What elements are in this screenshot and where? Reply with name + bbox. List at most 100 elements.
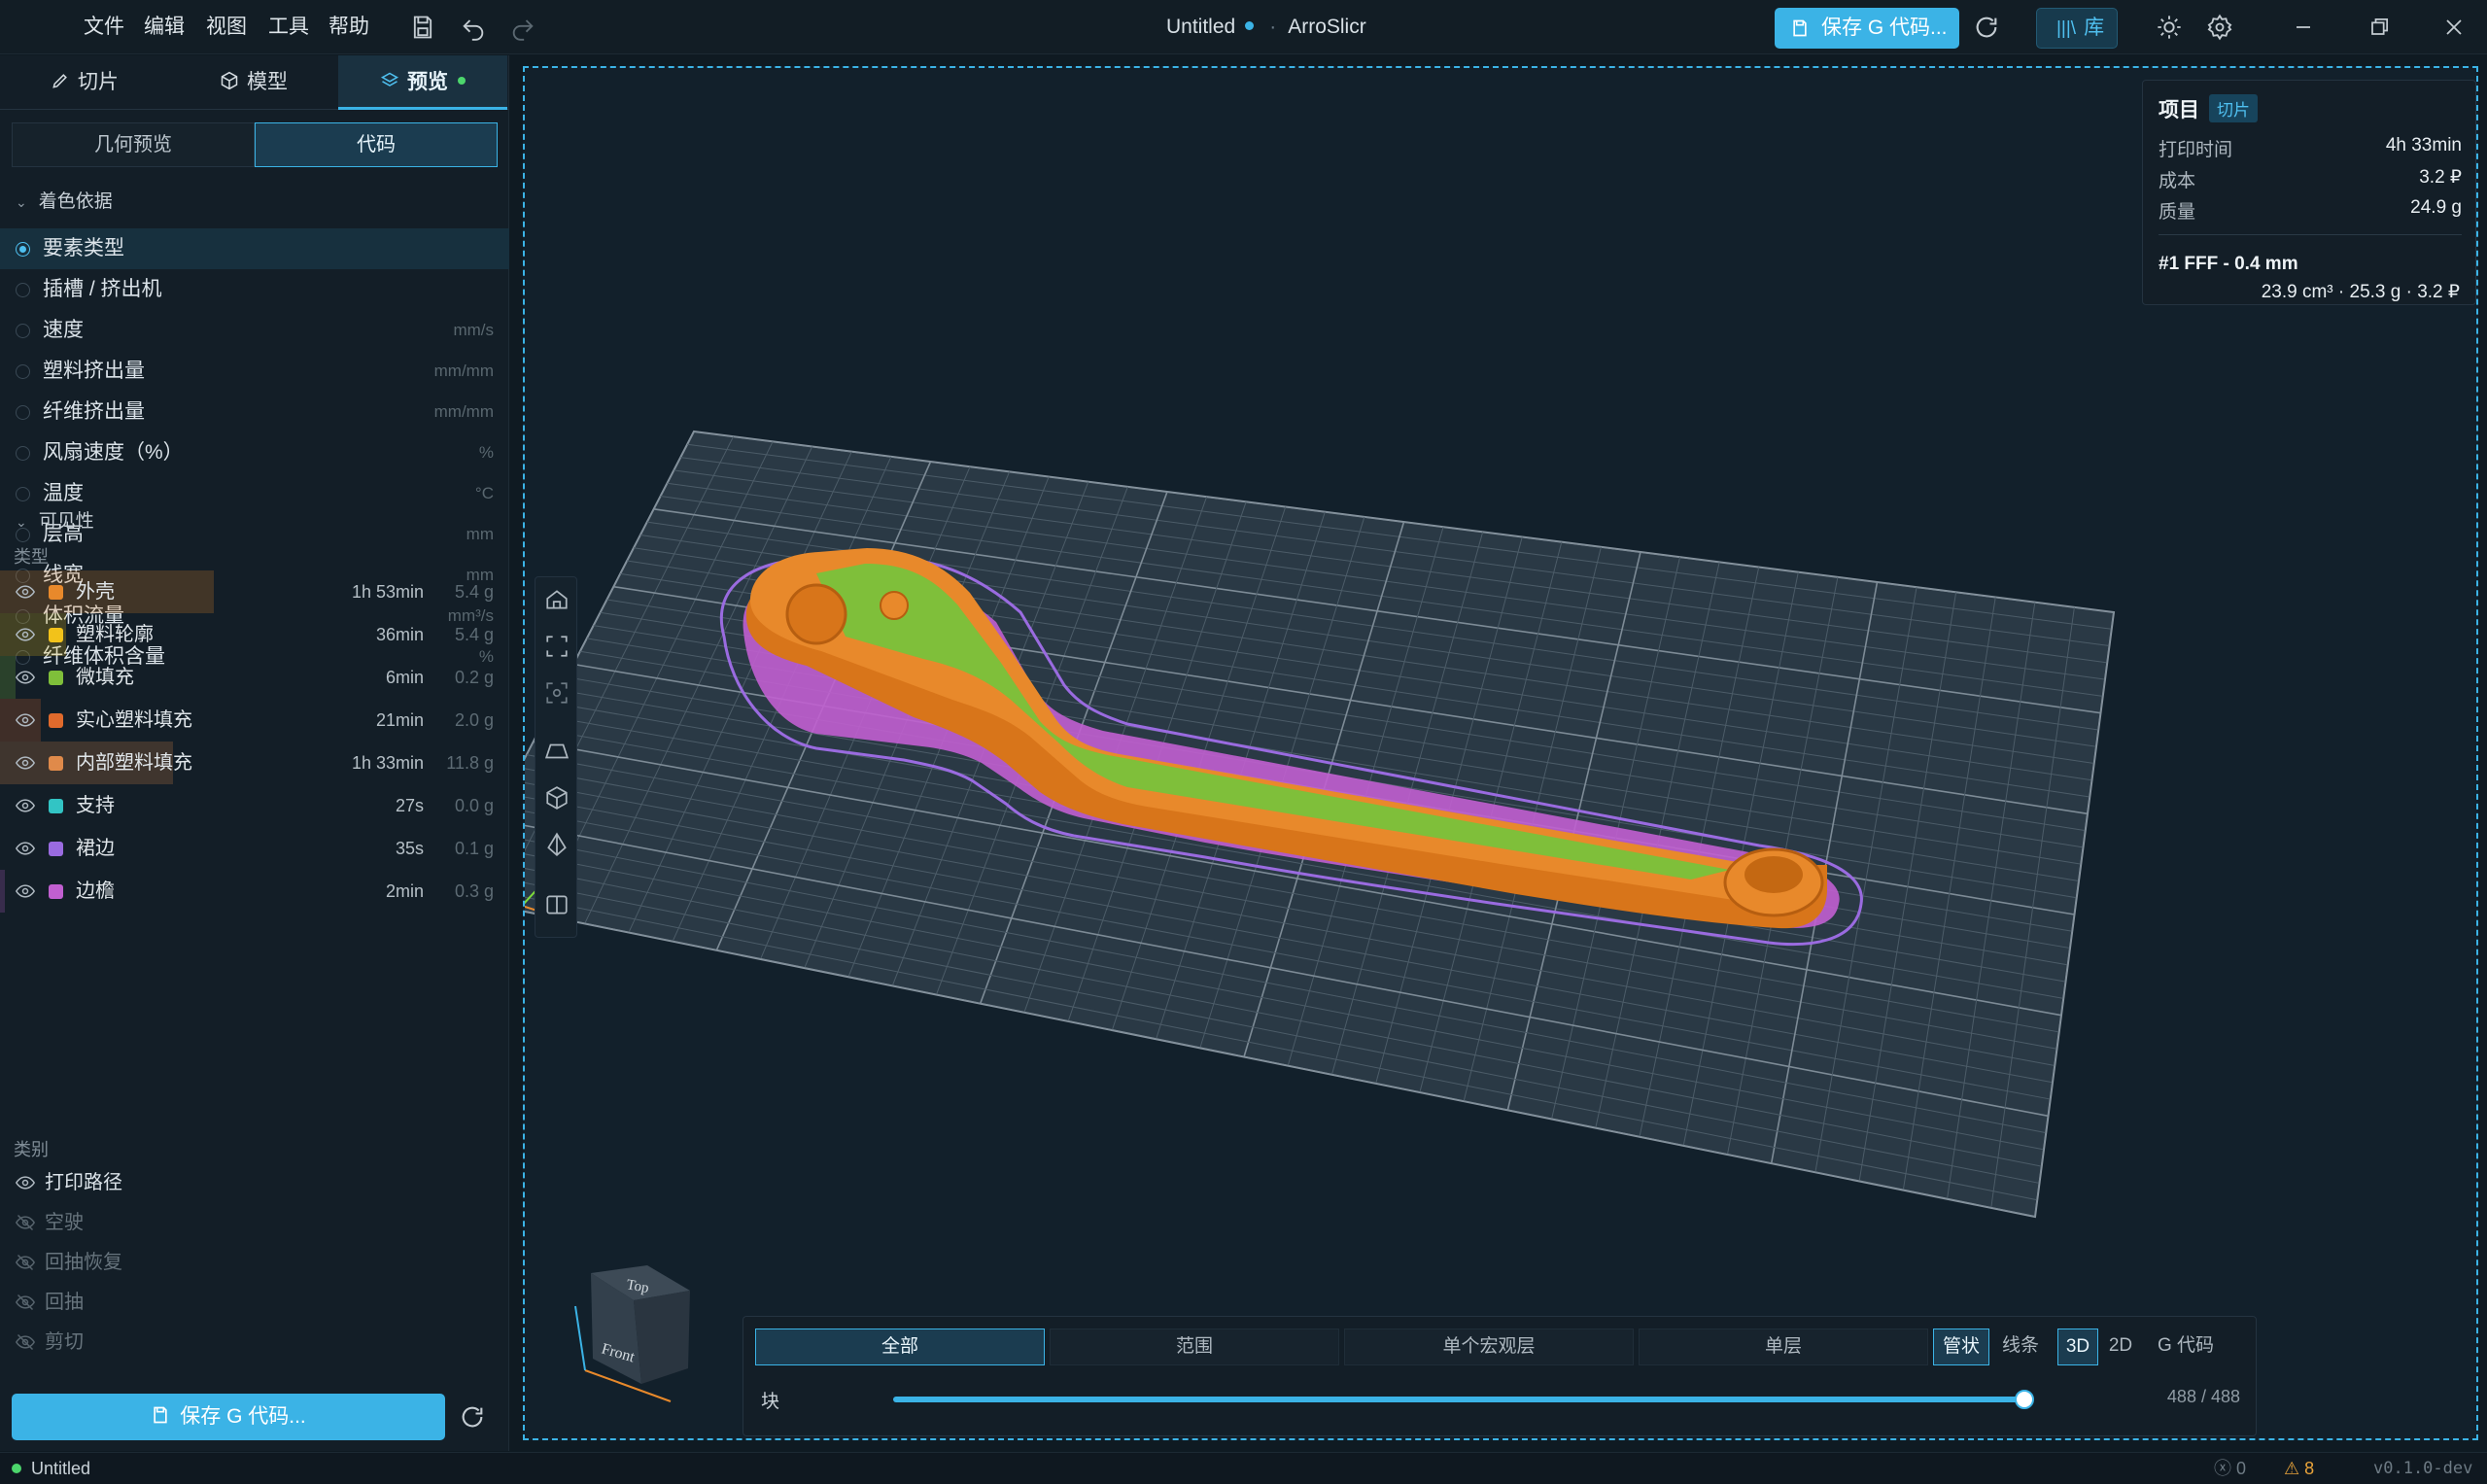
view-3d-button[interactable]: 3D	[2057, 1329, 2098, 1365]
geometry-preview-button[interactable]: 几何预览	[12, 122, 255, 167]
tab-preview[interactable]: 预览	[338, 55, 507, 110]
eye-icon[interactable]	[16, 754, 35, 772]
perspective-icon[interactable]	[544, 739, 570, 764]
layer-mode-macro-layer[interactable]: 单个宏观层	[1344, 1329, 1634, 1365]
radio-button[interactable]	[16, 487, 30, 501]
small-hole-top	[880, 591, 909, 620]
category-row[interactable]: 剪切	[0, 1323, 509, 1362]
color-by-option[interactable]: 塑料挤出量 mm/mm	[0, 351, 509, 392]
settings-gear-icon[interactable]	[2206, 14, 2233, 41]
menu-edit[interactable]: 编辑	[144, 0, 185, 54]
eye-icon[interactable]	[16, 626, 35, 643]
theme-sun-icon[interactable]	[2156, 14, 2183, 41]
render-tubes-button[interactable]: 管状	[1933, 1329, 1989, 1365]
feature-type-row[interactable]: 边檐 2min 0.3 g	[0, 870, 509, 913]
eye-icon[interactable]	[16, 583, 35, 601]
eye-off-icon[interactable]	[16, 1254, 35, 1271]
block-slider-track[interactable]	[893, 1397, 2024, 1402]
close-icon[interactable]	[2440, 14, 2468, 41]
app-version: v0.1.0-dev	[2373, 1459, 2473, 1478]
category-label: 回抽	[45, 1292, 84, 1313]
color-by-option[interactable]: 要素类型	[0, 228, 509, 269]
time-share-bar	[0, 656, 16, 699]
feature-type-row[interactable]: 实心塑料填充 21min 2.0 g	[0, 699, 509, 742]
eye-off-icon[interactable]	[16, 1214, 35, 1231]
color-by-option[interactable]: 风扇速度（%）%	[0, 432, 509, 473]
eye-off-icon[interactable]	[16, 1333, 35, 1351]
category-row[interactable]: 回抽	[0, 1283, 509, 1322]
menu-file[interactable]: 文件	[84, 0, 124, 54]
app-name: ArroSlicr	[1288, 16, 1366, 38]
tab-slice[interactable]: 切片	[0, 55, 169, 110]
section-view-icon[interactable]	[544, 832, 570, 857]
restore-icon[interactable]	[2366, 14, 2393, 41]
chevron-down-icon: ⌄	[16, 194, 27, 210]
save-icon[interactable]	[409, 14, 436, 41]
redo-icon[interactable]	[509, 14, 536, 41]
category-label: 剪切	[45, 1331, 84, 1353]
error-count[interactable]: ⓧ 0	[2214, 1453, 2246, 1484]
view-cube[interactable]: Top Front	[574, 1265, 690, 1402]
view-2d-button[interactable]: 2D	[2100, 1329, 2141, 1365]
visibility-header[interactable]: ⌄ 可见性	[16, 506, 94, 533]
radio-button[interactable]	[16, 283, 30, 297]
radio-button[interactable]	[16, 405, 30, 420]
tab-model[interactable]: 模型	[169, 55, 338, 110]
radio-button[interactable]	[16, 324, 30, 338]
3d-viewport[interactable]: Top Front 项目 切片 打印时间 4h 33min 成本 3.2 ₽ 质…	[523, 66, 2478, 1440]
focus-selection-icon[interactable]	[544, 680, 570, 706]
undo-icon[interactable]	[460, 14, 487, 41]
eye-icon[interactable]	[16, 669, 35, 686]
mass-value: 24.9 g	[2410, 197, 2462, 218]
feature-type-row[interactable]: 微填充 6min 0.2 g	[0, 656, 509, 699]
feature-type-row[interactable]: 支持 27s 0.0 g	[0, 784, 509, 827]
category-row[interactable]: 空驶	[0, 1203, 509, 1242]
fit-view-icon[interactable]	[544, 634, 570, 659]
reslice-icon[interactable]	[459, 1403, 486, 1431]
layer-mode-single-layer[interactable]: 单层	[1639, 1329, 1928, 1365]
view-cube-side-face[interactable]	[634, 1291, 690, 1384]
home-view-icon[interactable]	[544, 587, 570, 612]
save-gcode-bottom-button[interactable]: 保存 G 代码...	[12, 1394, 445, 1440]
color-by-option[interactable]: 速度 mm/s	[0, 310, 509, 351]
eye-icon[interactable]	[16, 1174, 35, 1191]
refresh-icon[interactable]	[1973, 14, 2000, 41]
color-by-option[interactable]: 纤维挤出量 mm/mm	[0, 392, 509, 432]
category-row[interactable]: 打印路径	[0, 1163, 509, 1202]
feature-type-row[interactable]: 塑料轮廓 36min 5.4 g	[0, 613, 509, 656]
eye-off-icon[interactable]	[16, 1294, 35, 1311]
code-preview-button[interactable]: 代码	[255, 122, 498, 167]
iso-view-icon[interactable]	[544, 785, 570, 811]
radio-button[interactable]	[16, 242, 30, 257]
category-row[interactable]: 回抽恢复	[0, 1243, 509, 1282]
save-gcode-button[interactable]: 保存 G 代码...	[1775, 8, 1959, 49]
render-lines-button[interactable]: 线条	[1991, 1329, 2050, 1365]
radio-button[interactable]	[16, 364, 30, 379]
view-tool-strip	[535, 576, 577, 938]
color-by-header[interactable]: ⌄ 着色依据	[16, 187, 113, 213]
feature-type-row[interactable]: 内部塑料填充 1h 33min 11.8 g	[0, 742, 509, 784]
feature-type-row[interactable]: 裙边 35s 0.1 g	[0, 827, 509, 870]
split-view-icon[interactable]	[544, 892, 570, 917]
save-gcode-label: 保存 G 代码...	[1821, 17, 1948, 39]
layer-mode-all[interactable]: 全部	[755, 1329, 1045, 1365]
library-button[interactable]: |||\ 库	[2036, 8, 2118, 49]
feature-color-swatch	[49, 671, 63, 685]
menu-view[interactable]: 视图	[206, 0, 247, 54]
menu-tools[interactable]: 工具	[268, 0, 309, 54]
block-slider-thumb[interactable]	[2015, 1390, 2034, 1409]
feature-type-row[interactable]: 外壳 1h 53min 5.4 g	[0, 570, 509, 613]
eye-icon[interactable]	[16, 840, 35, 857]
feature-type-mass: 0.1 g	[454, 839, 494, 858]
gcode-view-button[interactable]: G 代码	[2147, 1329, 2225, 1365]
eye-icon[interactable]	[16, 711, 35, 729]
minimize-icon[interactable]	[2290, 14, 2317, 41]
warning-count[interactable]: ⚠ 8	[2284, 1453, 2314, 1484]
layer-mode-range[interactable]: 范围	[1050, 1329, 1339, 1365]
save-gcode-bottom-label: 保存 G 代码...	[180, 1405, 306, 1428]
menu-help[interactable]: 帮助	[328, 0, 369, 54]
eye-icon[interactable]	[16, 882, 35, 900]
radio-button[interactable]	[16, 446, 30, 461]
eye-icon[interactable]	[16, 797, 35, 814]
color-by-option[interactable]: 插槽 / 挤出机	[0, 269, 509, 310]
